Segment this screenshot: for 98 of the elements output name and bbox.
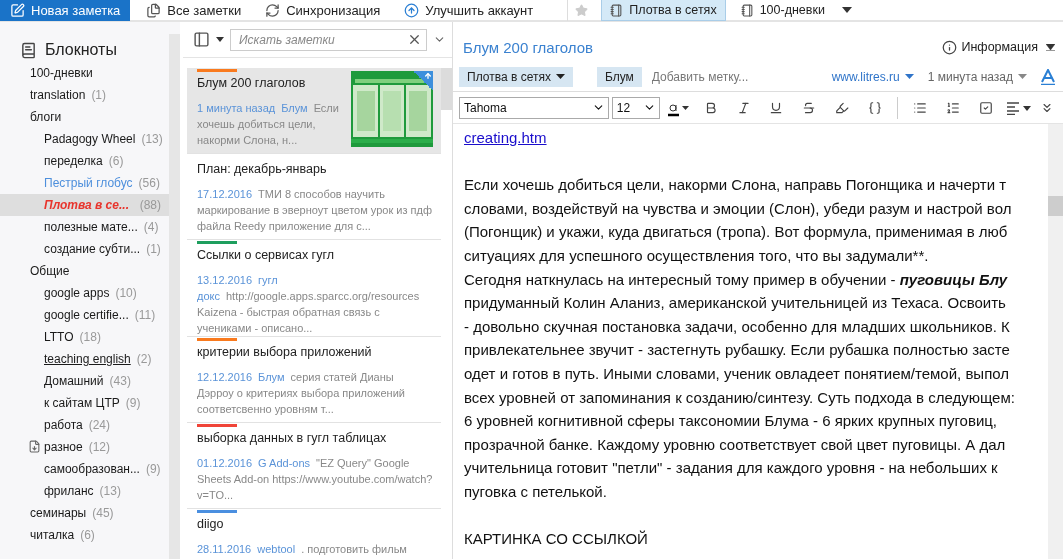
search-box[interactable]: Искать заметки [230,28,427,51]
clear-icon[interactable] [407,32,422,47]
size-select[interactable]: 12 [611,96,660,119]
numbered-list-icon [946,100,961,115]
toolbar-button[interactable]: Синхронизация [255,0,391,21]
text-line: Если хочешь добиться цели, накорми Слона, направь Погонщика и начерти т [464,175,1007,196]
text-line: всех уровней от запоминания к созданию/синтезу. Суть подхода в следующем: [464,387,1015,408]
notebook-item[interactable]: работа (24) [0,414,169,436]
scrollbar-thumb[interactable] [1048,196,1063,216]
note-card[interactable]: Ссылки о сервисах гугл 13.12.2016 гугл докс http://google.apps.sparcc.org/resources Kaizena - быстрая обратная связь с учениками - описано... [187,240,441,337]
sync-badge [413,71,433,91]
info-icon [942,39,958,55]
text-line: придуманный Колин Аланиз, американской учительницей из Техаса. Освоить [464,293,1006,314]
notebook-item[interactable]: читалка (6) [0,524,169,546]
notebook-item[interactable]: самообразован... (9) [0,458,169,480]
notebook-item[interactable]: полезные мате... (4) [0,216,169,238]
note-card[interactable]: Блум 200 глаголов 1 минута назад Блум Если хочешь добиться цели, накорми Слона, н... [187,68,441,154]
bullet-list-icon [913,100,928,115]
strikethrough-icon [802,100,817,115]
note-title: Блум 200 глаголов [197,76,306,92]
notebook-item[interactable]: фриланс (13) [0,480,169,502]
note-title: План: декабрь-январь [197,162,327,178]
text-line: - довольно скучная постановка задачи, особенно для младших школьников. К [464,316,1010,337]
updated-dropdown[interactable]: 1 минута назад [927,69,1027,84]
caret-icon[interactable] [216,37,224,42]
text-line: прозрачной банке. Каждому уровню соответствует свой цвет пуговицы. А дал [464,434,1006,455]
note-snippet: 28.11.2016 webtool . подготовить фильм [197,542,408,557]
note-card[interactable]: критерии выбора приложений 12.12.2016 Блум серия статей Дианы Дэрроу о критериях выбора приложений соответсвенно уровням т... [187,337,441,423]
text-line: КАРТИНКА СО ССЫЛКОЙ [464,529,648,550]
note-snippet: 12.12.2016 Блум серия статей Дианы Дэрроу о критериях выбора приложений соответсвенно уровням т... [197,370,406,417]
sync-icon [265,2,281,18]
font-select[interactable]: Tahoma [459,96,609,119]
notebook-item[interactable]: 100-дневки [0,62,169,84]
toolbar-button[interactable]: Улучшить аккаунт [394,0,544,21]
notebook-icon [610,3,624,17]
documents-icon [146,2,162,18]
notebook-item[interactable]: к сайтам ЦТР (9) [0,392,169,414]
text-line: привлекательнее звучит - застегнуть рубашку. Если рубашка полностью засте [464,340,1010,361]
arrow-up-circle-icon [404,2,420,18]
text-line: Сегодня наткнулась на интересный тому пример в обучении - пуговицы Блу [464,269,1008,290]
underline-icon [769,100,784,115]
notebook-icon [740,3,754,17]
text-line: одет и готов в путь. Иными словами, ученик овладеет понятием/темой, выпол [464,363,1010,384]
notebook-item[interactable]: создание субти... (1) [0,238,169,260]
link[interactable]: creating.htm [464,129,547,146]
font-style-icon[interactable] [1041,68,1055,85]
source-link[interactable]: www.litres.ru [831,69,914,84]
text-line: ситуациях для успешного осуществления того, что вы задумали**. [464,245,929,266]
caret-icon[interactable] [841,7,852,13]
note-title: выборка данных в гугл таблицах [197,431,387,447]
view-icon[interactable] [193,31,210,48]
highlighter-icon [835,100,850,115]
note-card[interactable]: выборка данных в гугл таблицах 01.12.2016 G Add-ons "EZ Query" Google Sheets Add-on https://www.youtube.com/watch?v=TO... [187,423,441,509]
align-left-icon [1006,100,1032,115]
new-note-icon [10,2,25,18]
notebook-dropdown[interactable]: Плотва в сетях [459,66,573,87]
note-snippet: 13.12.2016 гугл докс http://google.apps.sparcc.org/resources Kaizena - быстрая обратная связь с учениками - описано... [197,273,421,336]
notebook-item[interactable]: teaching english (2) [0,348,169,370]
note-title: diigo [197,517,224,533]
notebook-item[interactable]: переделка (6) [0,150,169,172]
note-title: Блум 200 глаголов [463,38,594,56]
notebook-item[interactable]: LTTO (18) [0,326,169,348]
text-line: (Погонщик) и укажи, куда двигаться (тропа). Вот формула, применимая в люб [464,222,1008,243]
scrollbar[interactable] [169,34,180,559]
text-line: пуговка с петелькой. [464,481,607,502]
caret-icon[interactable] [1046,43,1055,51]
info-button[interactable]: Информация [942,39,1038,55]
note-title: критерии выбора приложений [197,345,372,361]
notebook-icon [20,41,37,59]
notebook-item[interactable]: блоги [0,106,169,128]
shortcut-tab[interactable]: 100-дневки [731,0,834,21]
tag-chip[interactable]: Блум [596,66,642,87]
notebook-item[interactable]: translation (1) [0,84,169,106]
notebook-item[interactable]: Общие [0,260,169,282]
italic-icon [736,100,751,115]
download-icon [28,440,41,453]
text-line: учительница готовит "петли" - задания для каждого уровня - на небольших к [464,458,998,479]
note-snippet: 01.12.2016 G Add-ons "EZ Query" Google Sheets Add-on https://www.youtube.com/watch?v=TO... [197,456,433,503]
notebook-item[interactable]: google apps (10) [0,282,169,304]
note-snippet: 1 минута назад Блум Если хочешь добиться цели, накорми Слона, н... [197,101,340,148]
note-snippet: 17.12.2016 ТМИ 8 способов научить маркирование в эверноут цветом урок из пдф файла Reedy приложение для с... [197,187,433,234]
notebook-item[interactable]: Padagogy Wheel (13) [0,128,169,150]
notebook-item[interactable]: Домашний (43) [0,370,169,392]
braces-icon [868,100,883,115]
notebook-item[interactable]: разное (12) [0,436,169,458]
star-icon [575,3,589,17]
notebook-item[interactable]: семинары (45) [0,502,169,524]
sidebar-title: Блокноты [45,41,117,59]
notebook-item[interactable]: google certifie... (11) [0,304,169,326]
scrollbar-thumb[interactable] [441,68,452,110]
toolbar-button[interactable]: Все заметки [136,0,252,21]
toolbar-button[interactable]: Новая заметка [0,0,131,21]
note-title: Ссылки о сервисах гугл [197,248,334,264]
caret-icon[interactable] [555,74,565,79]
shortcut-tab[interactable]: Плотва в сетях [601,0,726,21]
text-line: словами, воздействуй на чувства и эмоции (Слон), убеди разум и настрой вол [464,198,1012,219]
checkbox-icon [979,100,994,115]
text-line: 6 уровней когнитивной сферы таксономии Блума - 6 ярких крупных пуговиц, [464,411,998,432]
